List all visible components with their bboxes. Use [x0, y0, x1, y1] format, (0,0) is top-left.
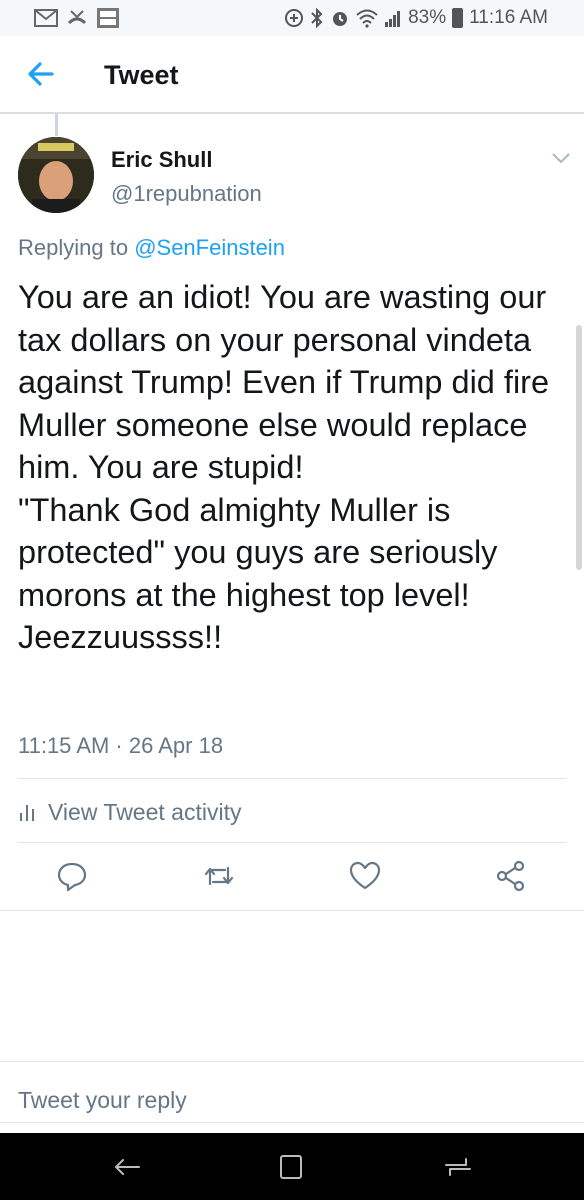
reply-input[interactable]: Tweet your reply — [18, 1080, 548, 1120]
signal-icon — [385, 11, 401, 27]
divider — [18, 778, 566, 779]
clock: 11:16 AM — [469, 7, 548, 28]
page-title: Tweet — [104, 60, 179, 90]
alarm-icon — [333, 12, 348, 26]
mail-icon — [34, 9, 58, 27]
nav-back-icon[interactable] — [109, 1151, 145, 1183]
divider — [0, 1061, 584, 1062]
missed-call-icon — [67, 10, 87, 25]
nav-recents-icon[interactable] — [440, 1151, 476, 1183]
system-icons: 83% 11:16 AM — [284, 7, 548, 29]
navigation-bar — [0, 1133, 584, 1200]
divider — [18, 842, 566, 843]
bar-chart-icon — [20, 803, 36, 821]
divider — [0, 1122, 584, 1123]
notification-icons — [34, 7, 120, 29]
battery-icon — [452, 8, 464, 28]
view-tweet-activity-label: View Tweet activity — [48, 798, 242, 825]
back-arrow-icon[interactable] — [22, 54, 62, 94]
divider — [0, 910, 584, 911]
tweet-actions — [0, 858, 584, 898]
reply-icon[interactable] — [54, 858, 90, 894]
avatar[interactable] — [18, 137, 94, 213]
tweet-text: You are an idiot! You are wasting our ta… — [18, 279, 550, 655]
fox-news-icon — [97, 8, 119, 28]
author-handle[interactable]: @1repubnation — [111, 181, 262, 207]
retweet-icon[interactable] — [201, 858, 237, 894]
view-tweet-activity[interactable]: View Tweet activity — [20, 797, 241, 827]
avatar-photo — [18, 137, 94, 213]
scrollbar-thumb[interactable] — [576, 325, 582, 570]
chevron-down-icon[interactable] — [550, 150, 572, 166]
tweet-timestamp: 11:15 AM · 26 Apr 18 — [18, 733, 224, 758]
author-name[interactable]: Eric Shull — [111, 147, 212, 173]
mention-link[interactable]: @SenFeinstein — [134, 235, 285, 260]
data-saver-icon — [285, 9, 304, 27]
wifi-icon — [356, 9, 378, 28]
status-bar: 83% 11:16 AM — [0, 0, 584, 36]
bluetooth-icon — [311, 8, 323, 28]
replying-to-prefix: Replying to — [18, 235, 135, 260]
thread-connector-line — [55, 114, 58, 136]
like-icon[interactable] — [347, 858, 383, 894]
nav-home-icon[interactable] — [273, 1151, 309, 1183]
replying-to: Replying to @SenFeinstein — [18, 235, 285, 261]
battery-percent: 83% — [408, 7, 447, 28]
share-icon[interactable] — [493, 858, 529, 894]
app-bar: Tweet — [0, 36, 584, 114]
